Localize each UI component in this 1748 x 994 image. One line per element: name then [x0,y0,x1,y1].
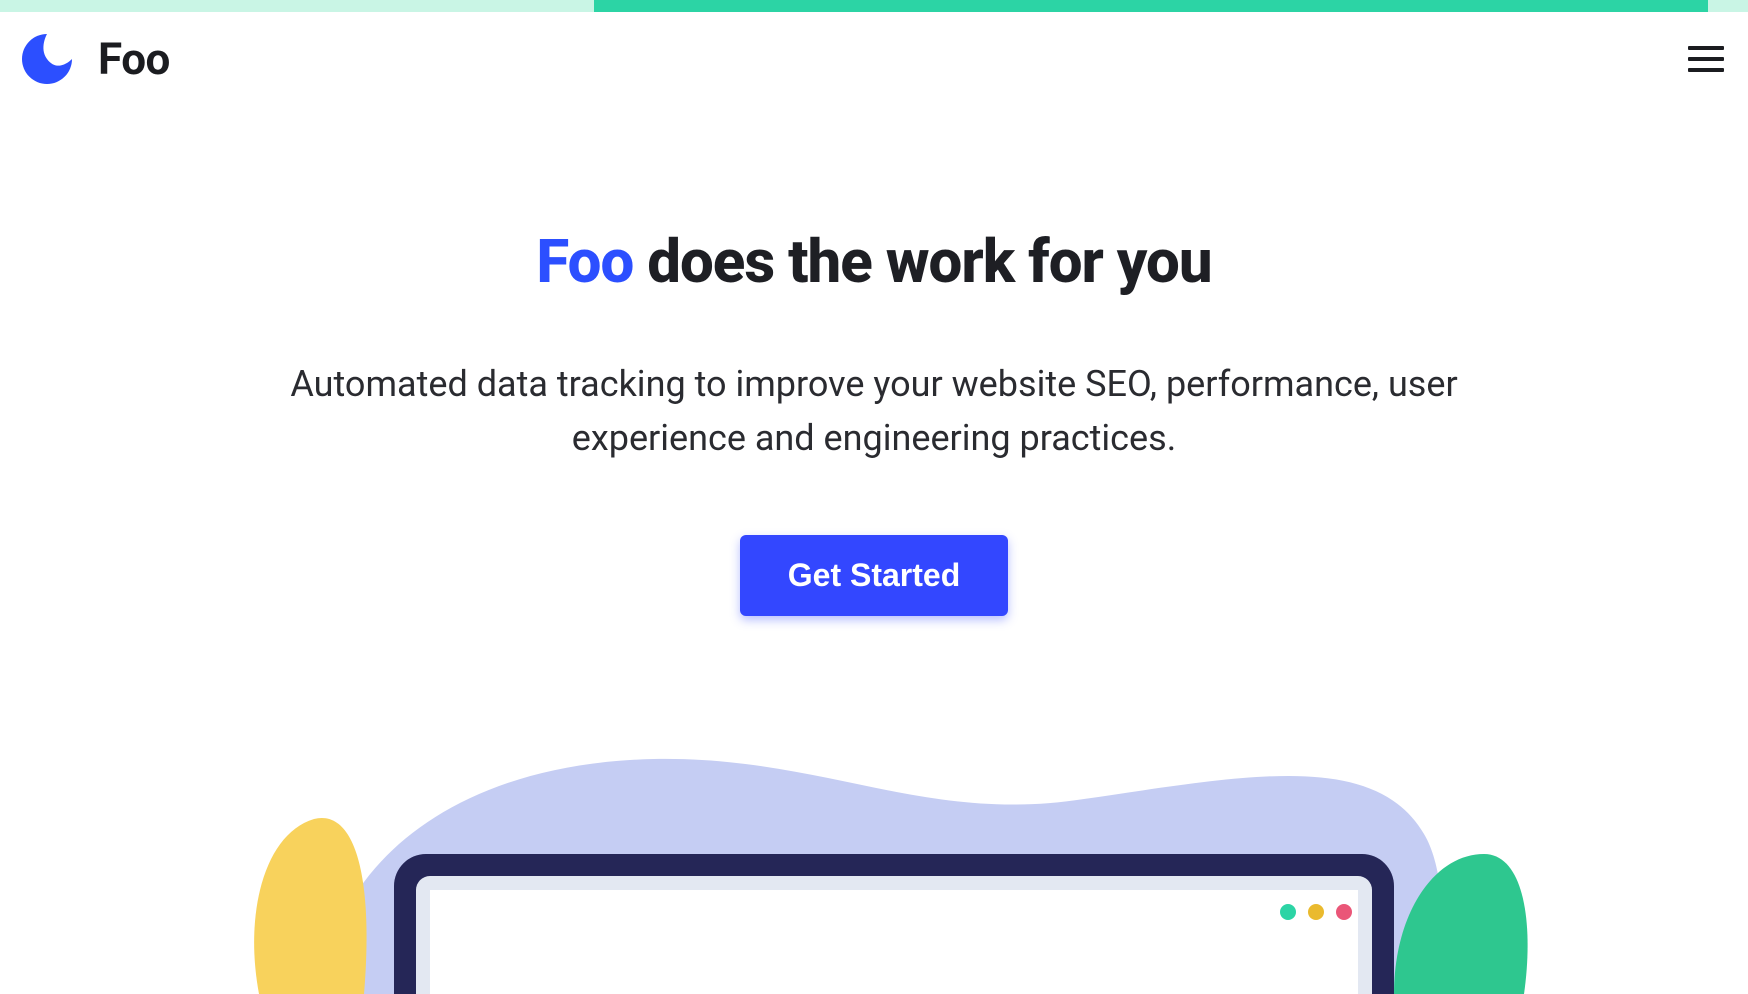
logo-icon [18,30,76,88]
header: Foo [0,12,1748,106]
hero-section: Foo does the work for you Automated data… [244,106,1504,616]
hamburger-menu-icon[interactable] [1688,46,1724,72]
hero-title-text: does the work for you [633,226,1211,297]
progress-bar [0,0,1748,12]
hero-subtitle: Automated data tracking to improve your … [244,357,1504,465]
get-started-button[interactable]: Get Started [740,535,1008,616]
hero-illustration [0,714,1748,994]
hero-title-brand: Foo [536,226,633,297]
hero-title: Foo does the work for you [244,226,1504,297]
header-brand[interactable]: Foo [18,30,170,88]
logo-text: Foo [98,33,170,85]
progress-bar-fill [594,0,1707,12]
